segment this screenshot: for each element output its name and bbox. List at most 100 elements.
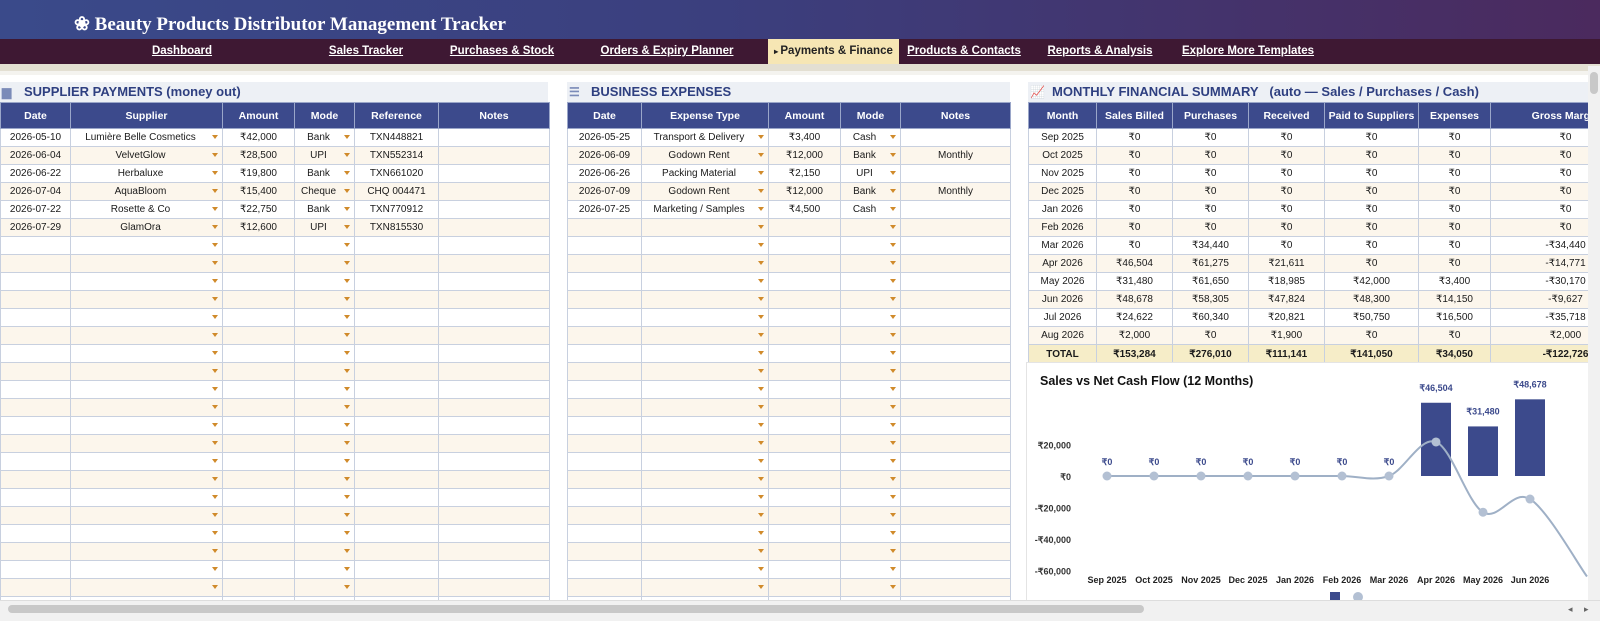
- table-cell[interactable]: ₹42,000: [1325, 273, 1419, 291]
- dropdown-arrow-icon[interactable]: [344, 423, 350, 427]
- dropdown-arrow-icon[interactable]: [212, 387, 218, 391]
- table-cell[interactable]: [769, 525, 841, 543]
- table-cell[interactable]: ₹12,000: [769, 147, 841, 165]
- table-cell[interactable]: [295, 435, 355, 453]
- table-cell[interactable]: [568, 435, 642, 453]
- dropdown-arrow-icon[interactable]: [758, 207, 764, 211]
- table-cell[interactable]: ₹3,400: [1419, 273, 1491, 291]
- table-cell[interactable]: ₹34,440: [1173, 237, 1249, 255]
- table-cell[interactable]: ₹20,821: [1249, 309, 1325, 327]
- table-cell[interactable]: [841, 489, 901, 507]
- table-cell[interactable]: [355, 471, 439, 489]
- table-cell[interactable]: 2026-07-25: [568, 201, 642, 219]
- dropdown-arrow-icon[interactable]: [344, 225, 350, 229]
- table-cell[interactable]: [439, 165, 550, 183]
- table-cell[interactable]: [769, 291, 841, 309]
- table-cell[interactable]: [642, 273, 769, 291]
- column-header[interactable]: Expenses: [1419, 103, 1491, 129]
- table-cell[interactable]: Godown Rent: [642, 183, 769, 201]
- column-header[interactable]: Date: [1, 103, 71, 129]
- table-cell[interactable]: [1, 345, 71, 363]
- table-cell[interactable]: [223, 543, 295, 561]
- table-cell[interactable]: [71, 345, 223, 363]
- table-cell[interactable]: [71, 363, 223, 381]
- table-cell[interactable]: ₹0: [1325, 147, 1419, 165]
- table-cell[interactable]: Packing Material: [642, 165, 769, 183]
- table-cell[interactable]: [71, 327, 223, 345]
- dropdown-arrow-icon[interactable]: [212, 369, 218, 373]
- table-cell[interactable]: [769, 435, 841, 453]
- table-cell[interactable]: Dec 2025: [1029, 183, 1097, 201]
- dropdown-arrow-icon[interactable]: [758, 387, 764, 391]
- dropdown-arrow-icon[interactable]: [344, 333, 350, 337]
- table-cell[interactable]: [71, 381, 223, 399]
- table-cell[interactable]: 2026-07-29: [1, 219, 71, 237]
- table-cell[interactable]: [901, 291, 1011, 309]
- table-cell[interactable]: [355, 291, 439, 309]
- dropdown-arrow-icon[interactable]: [212, 441, 218, 445]
- dropdown-arrow-icon[interactable]: [890, 297, 896, 301]
- table-cell[interactable]: [295, 471, 355, 489]
- table-cell[interactable]: [841, 291, 901, 309]
- table-cell[interactable]: ₹0: [1173, 201, 1249, 219]
- table-cell[interactable]: [901, 237, 1011, 255]
- table-cell[interactable]: [223, 237, 295, 255]
- table-cell[interactable]: [841, 255, 901, 273]
- table-cell[interactable]: [1, 309, 71, 327]
- table-cell[interactable]: [439, 201, 550, 219]
- table-cell[interactable]: UPI: [295, 219, 355, 237]
- table-cell[interactable]: [295, 489, 355, 507]
- table-cell[interactable]: [841, 417, 901, 435]
- table-cell[interactable]: ₹0: [1491, 147, 1600, 165]
- table-cell[interactable]: Feb 2026: [1029, 219, 1097, 237]
- table-cell[interactable]: ₹12,600: [223, 219, 295, 237]
- dropdown-arrow-icon[interactable]: [344, 153, 350, 157]
- table-cell[interactable]: [439, 183, 550, 201]
- table-cell[interactable]: ₹0: [1249, 129, 1325, 147]
- dropdown-arrow-icon[interactable]: [890, 261, 896, 265]
- table-cell[interactable]: ₹0: [1419, 129, 1491, 147]
- table-cell[interactable]: [71, 507, 223, 525]
- dropdown-arrow-icon[interactable]: [344, 585, 350, 589]
- table-cell[interactable]: [71, 543, 223, 561]
- table-cell[interactable]: [642, 309, 769, 327]
- table-cell[interactable]: [841, 525, 901, 543]
- dropdown-arrow-icon[interactable]: [758, 333, 764, 337]
- table-cell[interactable]: ₹0: [1419, 237, 1491, 255]
- nav-tab-dashboard[interactable]: Dashboard: [134, 39, 230, 64]
- table-cell[interactable]: [223, 363, 295, 381]
- table-cell[interactable]: [71, 579, 223, 597]
- table-cell[interactable]: [642, 561, 769, 579]
- dropdown-arrow-icon[interactable]: [212, 261, 218, 265]
- table-cell[interactable]: [295, 255, 355, 273]
- table-cell[interactable]: [439, 417, 550, 435]
- table-cell[interactable]: Godown Rent: [642, 147, 769, 165]
- table-cell[interactable]: GlamOra: [71, 219, 223, 237]
- table-cell[interactable]: Monthly: [901, 183, 1011, 201]
- table-cell[interactable]: ₹0: [1419, 255, 1491, 273]
- table-cell[interactable]: [841, 435, 901, 453]
- table-cell[interactable]: [1, 273, 71, 291]
- table-cell[interactable]: [1, 255, 71, 273]
- dropdown-arrow-icon[interactable]: [344, 279, 350, 283]
- dropdown-arrow-icon[interactable]: [212, 207, 218, 211]
- dropdown-arrow-icon[interactable]: [758, 261, 764, 265]
- table-cell[interactable]: [769, 489, 841, 507]
- table-cell[interactable]: [71, 273, 223, 291]
- table-cell[interactable]: [841, 471, 901, 489]
- table-cell[interactable]: ₹19,800: [223, 165, 295, 183]
- table-cell[interactable]: ₹12,000: [769, 183, 841, 201]
- table-cell[interactable]: -₹30,170: [1491, 273, 1600, 291]
- table-cell[interactable]: -₹35,718: [1491, 309, 1600, 327]
- table-cell[interactable]: [901, 417, 1011, 435]
- table-cell[interactable]: [295, 453, 355, 471]
- table-cell[interactable]: ₹48,678: [1097, 291, 1173, 309]
- table-cell[interactable]: ₹0: [1173, 327, 1249, 345]
- table-cell[interactable]: [223, 381, 295, 399]
- dropdown-arrow-icon[interactable]: [758, 279, 764, 283]
- table-cell[interactable]: [642, 471, 769, 489]
- table-cell[interactable]: Sep 2025: [1029, 129, 1097, 147]
- table-cell[interactable]: [223, 435, 295, 453]
- dropdown-arrow-icon[interactable]: [212, 171, 218, 175]
- table-cell[interactable]: ₹0: [1097, 129, 1173, 147]
